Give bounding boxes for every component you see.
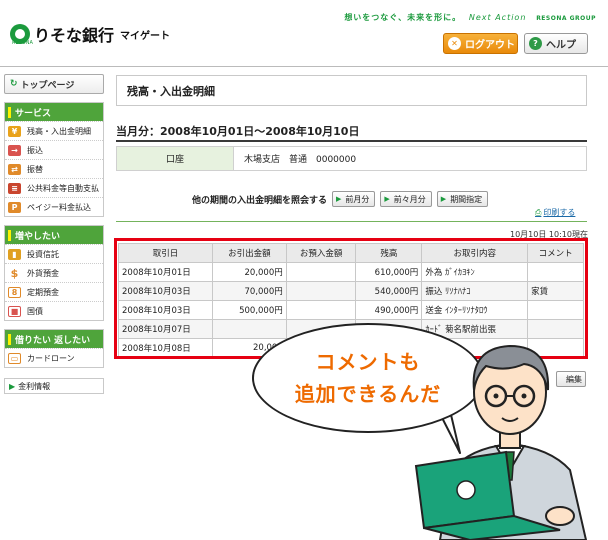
return-icon: ↻ [10,79,18,89]
hand [545,506,575,526]
other-period-bar: 他の期間の入出金明細を照会する ▶ 前月分 ▶ 前々月分 ▶ 期間指定 [192,191,489,207]
header-divider [0,66,608,67]
period-divider [116,140,587,142]
period-text: 当月分：2008年10月01日〜2008年10月10日 [116,125,360,138]
sidebar-item-foreign-deposit[interactable]: $ 外貨預金 [5,263,103,282]
sidebar-item-swap[interactable]: ⇄ 振替 [5,159,103,178]
green-divider [116,221,587,222]
sidebar-item-transfer[interactable]: → 振込 [5,140,103,159]
tagline: 想いをつなぐ、未来を形に。 Next Action RESONA GROUP [344,12,596,23]
logout-label: ログアウト [465,40,515,51]
sidebar-section-title: 増やしたい [5,226,103,244]
sidebar-item-investment[interactable]: ▮ 投資信託 [5,244,103,263]
two-months-ago-button[interactable]: ▶ 前々月分 [380,191,432,207]
swap-icon: ⇄ [8,163,21,175]
dollar-icon: $ [8,267,21,280]
question-icon: ? [529,37,542,50]
sidebar-item-bond[interactable]: ■ 国債 [5,301,103,320]
card-icon: ▭ [8,352,21,364]
top-page-label: トップページ [20,80,75,91]
triangle-right-icon: ▶ [384,195,390,203]
service-name: マイゲート [120,30,171,42]
previous-month-button[interactable]: ▶ 前月分 [332,191,376,207]
resona-logo[interactable]: りそな銀行 マイゲート [10,22,170,46]
laptop-logo [456,480,476,500]
print-link[interactable]: ⎙ 印刷する [535,207,575,218]
account-value: 木場支店 普通 0000000 [244,155,357,165]
printer-icon: ⎙ [535,208,542,217]
sidebar-item-card-loan[interactable]: ▭ カードローン [5,348,103,367]
account-label: 口座 [117,147,234,170]
specify-period-button[interactable]: ▶ 期間指定 [436,191,489,207]
payeasy-icon: P [8,201,21,213]
transfer-icon: → [8,144,21,156]
close-icon: ✕ [448,37,461,50]
savings-icon: 8 [8,286,21,298]
sidebar-item-utility[interactable]: ≡ 公共料金等自動支払 [5,178,103,197]
sidebar-section-service: サービス ¥ 残高・入出金明細 → 振込 ⇄ 振替 ≡ 公共料金等自動支払 P ペイジー料… [4,102,104,217]
man-with-laptop-illustration [414,344,588,540]
triangle-right-icon: ▶ [336,195,342,203]
tagline-text: 想いをつなぐ、未来を形に。 [344,13,462,22]
other-period-text: 他の期間の入出金明細を照会する [192,195,328,206]
bubble-line-1: コメントも [315,350,421,374]
help-label: ヘルプ [546,40,576,51]
header: りそな銀行 マイゲート RESONA 想いをつなぐ、未来を形に。 Next Ac… [0,0,608,68]
bill-icon: ≡ [8,182,21,194]
account-row: 口座 木場支店 普通 0000000 [116,146,587,171]
sidebar-item-time-deposit[interactable]: 8 定期預金 [5,282,103,301]
sidebar-section-loan: 借りたい 返したい ▭ カードローン [4,329,104,368]
tagline-script: Next Action [468,13,527,22]
bond-icon: ■ [8,305,21,317]
chart-bars-icon: ▮ [8,248,21,260]
logout-button[interactable]: ✕ ログアウト [443,33,518,54]
sidebar: ↻ トップページ サービス ¥ 残高・入出金明細 → 振込 ⇄ 振替 ≡ 公共料金等自動… [4,74,104,394]
sidebar-item-payeasy[interactable]: P ペイジー料金払込 [5,197,103,216]
sidebar-section-title: 借りたい 返したい [5,330,103,348]
coin-purse-icon: ¥ [8,125,21,137]
sidebar-section-grow: 増やしたい ▮ 投資信託 $ 外貨預金 8 定期預金 ■ 国債 [4,225,104,321]
logo-sub-text: RESONA [12,40,33,46]
page-title: 残高・入出金明細 [116,75,587,106]
triangle-right-icon: ▶ [9,381,16,391]
sidebar-item-balance[interactable]: ¥ 残高・入出金明細 [5,121,103,140]
interest-rate-link[interactable]: ▶ 金利情報 [4,378,104,394]
top-page-link[interactable]: ↻ トップページ [4,74,104,94]
bank-name: りそな銀行 [34,26,115,45]
triangle-right-icon: ▶ [440,195,447,203]
help-button[interactable]: ? ヘルプ [524,33,588,54]
group-name: RESONA GROUP [536,15,596,22]
sidebar-section-title: サービス [5,103,103,121]
